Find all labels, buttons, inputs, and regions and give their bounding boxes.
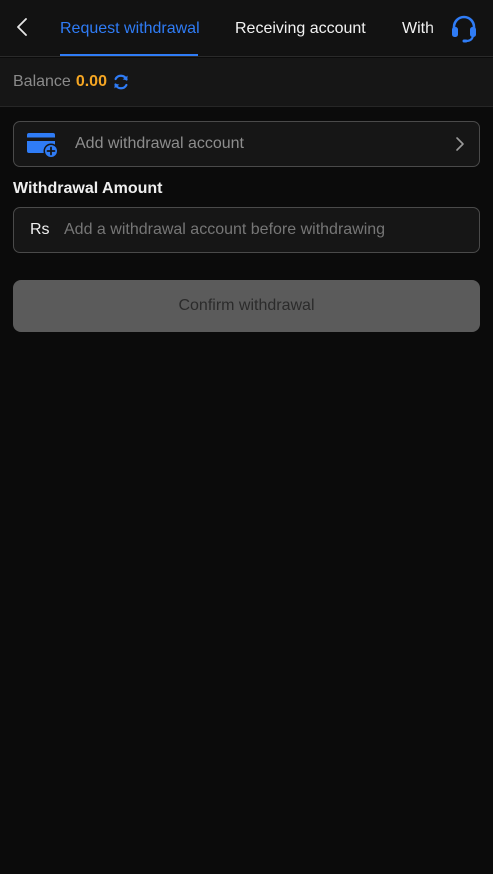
back-button[interactable] bbox=[9, 12, 35, 42]
tab-label: Request withdrawal bbox=[60, 19, 200, 37]
add-card-icon bbox=[27, 133, 59, 159]
amount-field: Rs bbox=[13, 207, 480, 253]
confirm-withdrawal-button[interactable]: Confirm withdrawal bbox=[13, 280, 480, 332]
add-withdrawal-account-button[interactable]: Add withdrawal account bbox=[13, 121, 480, 167]
chevron-right-icon bbox=[456, 137, 464, 151]
tab-label: Receiving account bbox=[235, 19, 366, 37]
tab-request-withdrawal[interactable]: Request withdrawal bbox=[60, 0, 200, 57]
customer-support-button[interactable] bbox=[446, 10, 482, 46]
refresh-balance-button[interactable] bbox=[112, 73, 130, 91]
currency-symbol: Rs bbox=[30, 221, 50, 238]
tab-withdrawal-record[interactable]: With bbox=[402, 0, 434, 57]
chevron-left-icon bbox=[17, 18, 27, 36]
tab-receiving-account[interactable]: Receiving account bbox=[235, 0, 366, 57]
withdrawal-amount-label: Withdrawal Amount bbox=[13, 180, 163, 197]
withdrawal-amount-input[interactable] bbox=[64, 208, 469, 252]
withdrawal-page: Request withdrawal Receiving account Wit… bbox=[0, 0, 493, 874]
active-tab-indicator bbox=[60, 54, 198, 56]
add-account-label: Add withdrawal account bbox=[75, 135, 244, 152]
top-nav-bar: Request withdrawal Receiving account Wit… bbox=[0, 0, 493, 57]
tab-label: With bbox=[402, 19, 434, 37]
balance-value: 0.00 bbox=[75, 73, 107, 90]
balance-label: Balance bbox=[13, 73, 71, 90]
refresh-icon bbox=[114, 74, 128, 90]
headset-icon bbox=[452, 15, 476, 43]
balance-bar: Balance 0.00 bbox=[0, 58, 493, 107]
